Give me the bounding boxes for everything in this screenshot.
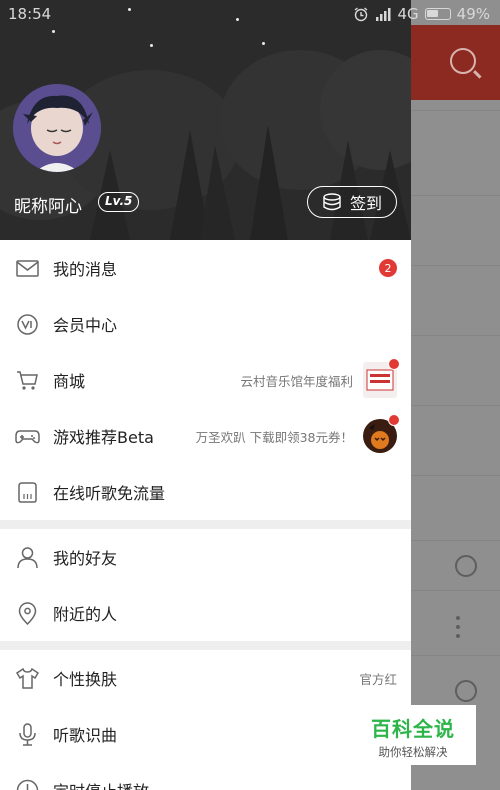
drawer-header: 昵称阿心 Lv.5 签到	[0, 0, 411, 240]
signal-icon	[376, 8, 391, 21]
level-badge: Lv.5	[98, 192, 140, 212]
menu-item-messages[interactable]: 我的消息 2	[0, 240, 411, 296]
menu-item-label: 个性换肤	[53, 670, 118, 689]
username[interactable]: 昵称阿心	[14, 192, 82, 217]
menu-item-friends[interactable]: 我的好友	[0, 529, 411, 585]
battery-icon	[424, 8, 451, 20]
menu-item-store[interactable]: 商城 云村音乐馆年度福利	[0, 352, 411, 408]
menu-item-label: 听歌识曲	[53, 726, 118, 745]
vip-icon	[17, 314, 38, 335]
mail-icon	[16, 260, 39, 277]
microphone-icon	[19, 723, 36, 746]
menu-item-label: 附近的人	[53, 605, 118, 624]
games-promo-thumbnail	[363, 414, 400, 454]
new-dot	[388, 358, 400, 370]
clock-icon	[16, 779, 39, 790]
avatar[interactable]	[13, 84, 101, 172]
watermark-logo: 百科全说 助你轻松解决	[350, 705, 476, 765]
person-icon	[17, 547, 38, 569]
section-divider	[0, 641, 411, 650]
menu-item-label: 商城	[53, 372, 86, 391]
signin-button[interactable]: 签到	[307, 186, 397, 218]
gear-icon	[455, 555, 477, 577]
battery-percent: 49%	[456, 5, 490, 23]
menu-item-games[interactable]: 游戏推荐Beta 万圣欢趴 下载即领38元券！	[0, 408, 411, 464]
signin-label: 签到	[349, 194, 382, 213]
menu-item-label: 定时停止播放	[53, 778, 149, 790]
alarm-icon	[355, 7, 368, 22]
menu-item-label: 我的消息	[53, 260, 118, 279]
menu-item-nearby[interactable]: 附近的人	[0, 585, 411, 641]
store-promo-thumbnail	[363, 358, 400, 398]
status-time: 18:54	[8, 5, 52, 23]
network-type: 4G	[397, 5, 419, 23]
gear-icon	[455, 680, 477, 702]
coins-icon	[323, 193, 341, 211]
menu-item-themes[interactable]: 个性换肤 官方红	[0, 650, 411, 706]
current-theme-value: 官方红	[359, 671, 397, 687]
menu-item-timer[interactable]: 定时停止播放	[0, 762, 411, 790]
store-promo-text: 云村音乐馆年度福利	[240, 373, 353, 389]
sim-card-icon	[18, 482, 37, 503]
menu-item-label: 在线听歌免流量	[53, 484, 166, 503]
unread-count-badge: 2	[379, 259, 397, 277]
location-pin-icon	[18, 602, 37, 626]
games-promo-text: 万圣欢趴 下载即领38元券！	[195, 429, 353, 445]
section-divider	[0, 520, 411, 529]
new-dot	[388, 414, 400, 426]
menu-item-label: 游戏推荐Beta	[53, 428, 154, 447]
gamepad-icon	[15, 430, 40, 444]
menu-item-label: 我的好友	[53, 549, 118, 568]
navigation-drawer: 昵称阿心 Lv.5 签到 我的消息 2 会员中心 商城 云村音乐馆年度福利 游戏…	[0, 0, 411, 790]
menu-item-label: 会员中心	[53, 316, 118, 335]
menu-item-free-data[interactable]: 在线听歌免流量	[0, 464, 411, 520]
avatar-image	[13, 84, 101, 172]
more-icon	[456, 616, 460, 640]
menu-item-membership[interactable]: 会员中心	[0, 296, 411, 352]
watermark-subtitle: 助你轻松解决	[378, 745, 448, 759]
watermark-title: 百科全说	[371, 717, 455, 741]
search-icon	[450, 48, 476, 74]
cart-icon	[17, 371, 38, 390]
tshirt-icon	[15, 667, 40, 689]
status-bar: 18:54 4G 49%	[0, 0, 500, 28]
